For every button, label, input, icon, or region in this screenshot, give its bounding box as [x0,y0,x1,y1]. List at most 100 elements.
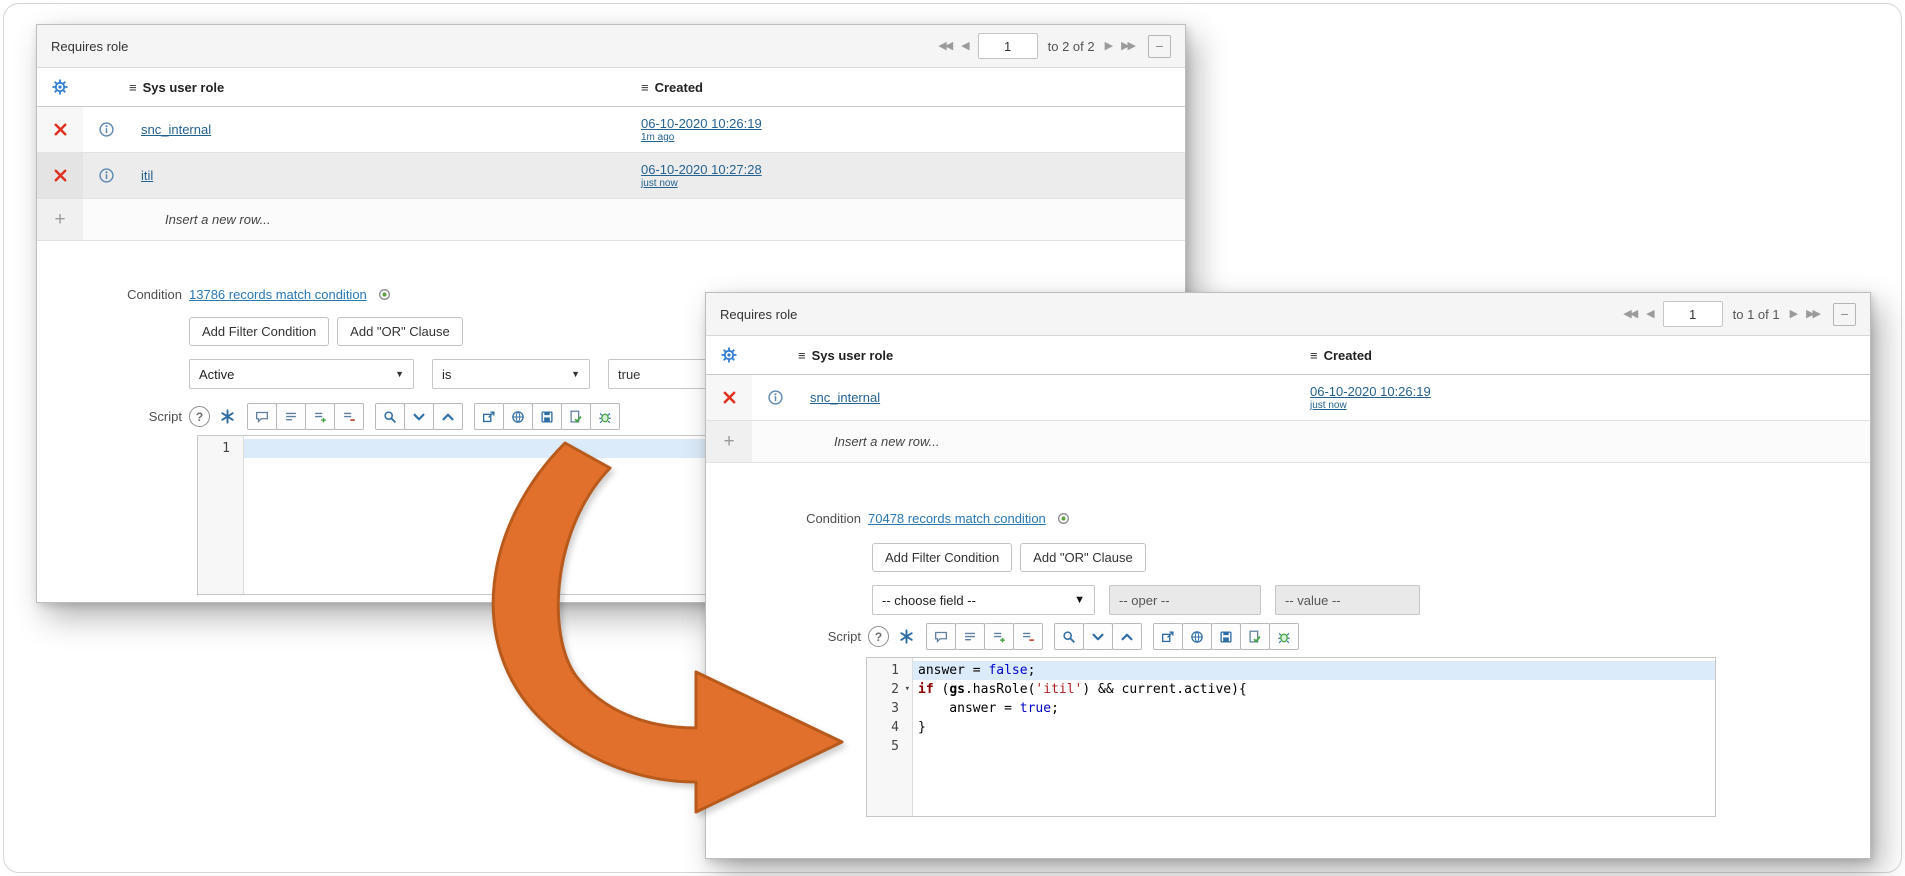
column-menu-icon[interactable]: ≡ [129,80,137,95]
code-line[interactable]: } [913,718,1715,737]
format-code-button[interactable] [955,623,985,650]
record-preview-button[interactable] [83,121,129,138]
code-fold-icon[interactable]: ▾ [905,680,910,699]
first-page-icon[interactable]: ◀◀ [1623,309,1638,320]
last-page-icon[interactable]: ▶▶ [1806,309,1821,320]
add-or-clause-button[interactable]: Add "OR" Clause [1020,543,1146,572]
code-line[interactable] [913,737,1715,756]
created-link[interactable]: 06-10-2020 10:27:28 [641,162,762,177]
last-page-icon[interactable]: ▶▶ [1121,41,1136,52]
condition-operator-select[interactable]: is ▼ [432,359,590,389]
syntax-check-icon [568,409,584,425]
code-line[interactable]: answer = true; [913,699,1715,718]
previous-page-icon[interactable]: ◀ [1646,309,1654,320]
script-macro-icon[interactable] [898,628,915,645]
role-link[interactable]: snc_internal [810,390,880,405]
add-filter-condition-button[interactable]: Add Filter Condition [872,543,1012,572]
insert-row[interactable]: + Insert a new row... [706,421,1870,463]
code-pane[interactable]: answer = false; if (gs.hasRole('itil') &… [913,658,1715,816]
page-number-input[interactable] [978,33,1038,59]
uncomment-lines-button[interactable] [334,403,364,430]
open-editor-button[interactable] [474,403,504,430]
code-line[interactable]: if (gs.hasRole('itil') && current.active… [913,680,1715,699]
condition-value-input[interactable]: -- value -- [1275,585,1420,615]
debug-button[interactable] [590,403,620,430]
delete-row-button[interactable] [37,153,83,198]
comment-code-button[interactable] [247,403,277,430]
insert-row[interactable]: + Insert a new row... [37,199,1185,241]
column-header-sys-user-role[interactable]: ≡ Sys user role [129,80,641,95]
created-link[interactable]: 06-10-2020 10:26:19 [641,116,762,131]
search-button[interactable] [375,403,405,430]
condition-field-select[interactable]: -- choose field -- ▼ [872,585,1095,615]
condition-buttons-row: Add Filter Condition Add "OR" Clause [872,543,1146,572]
condition-operator-input[interactable]: -- oper -- [1109,585,1261,615]
open-editor-icon [1160,629,1176,645]
role-link[interactable]: itil [141,168,153,183]
next-page-icon[interactable]: ▶ [1105,41,1113,52]
column-menu-icon[interactable]: ≡ [641,80,649,95]
record-preview-button[interactable] [83,167,129,184]
uncomment-lines-button[interactable] [1013,623,1043,650]
created-ago-link[interactable]: just now [641,178,678,189]
find-previous-button[interactable] [1112,623,1142,650]
add-filter-condition-button[interactable]: Add Filter Condition [189,317,329,346]
help-icon[interactable]: ? [868,626,889,647]
api-reference-button[interactable] [503,403,533,430]
collapse-list-button[interactable]: − [1833,303,1856,326]
column-header-sys-user-role[interactable]: ≡ Sys user role [798,348,1310,363]
uncomment-lines-icon [341,409,357,425]
column-menu-icon[interactable]: ≡ [798,348,806,363]
condition-preview-icon[interactable] [378,288,391,301]
record-preview-button[interactable] [752,389,798,406]
condition-field-select[interactable]: Active ▼ [189,359,414,389]
created-link[interactable]: 06-10-2020 10:26:19 [1310,384,1431,399]
insert-row-label[interactable]: Insert a new row... [83,212,1185,227]
created-ago-link[interactable]: just now [1310,400,1347,411]
insert-row-plus-icon[interactable]: + [37,199,83,240]
first-page-icon[interactable]: ◀◀ [938,41,953,52]
gear-icon [51,78,69,96]
add-or-clause-button[interactable]: Add "OR" Clause [337,317,463,346]
save-script-button[interactable] [532,403,562,430]
syntax-check-button[interactable] [1240,623,1270,650]
window-header: Requires role ◀◀ ◀ to 1 of 1 ▶ ▶▶ − [706,293,1870,336]
records-match-link[interactable]: 70478 records match condition [868,511,1046,526]
comment-code-button[interactable] [926,623,956,650]
condition-preview-icon[interactable] [1057,512,1070,525]
find-next-button[interactable] [404,403,434,430]
script-editor[interactable]: 1 2▾ 3 4 5 answer = false; if (gs.hasRol… [866,657,1716,817]
column-header-created[interactable]: ≡ Created [641,80,1185,95]
previous-page-icon[interactable]: ◀ [961,41,969,52]
column-menu-icon[interactable]: ≡ [1310,348,1318,363]
save-script-button[interactable] [1211,623,1241,650]
delete-row-button[interactable] [706,375,752,420]
next-page-icon[interactable]: ▶ [1790,309,1798,320]
code-line[interactable]: answer = false; [913,661,1715,680]
syntax-check-button[interactable] [561,403,591,430]
comment-lines-button[interactable] [984,623,1014,650]
script-macro-icon[interactable] [219,408,236,425]
debug-button[interactable] [1269,623,1299,650]
list-settings-gear[interactable] [706,346,752,364]
insert-row-label[interactable]: Insert a new row... [752,434,1870,449]
column-header-created[interactable]: ≡ Created [1310,348,1870,363]
line-number: 1 [867,661,912,680]
records-match-link[interactable]: 13786 records match condition [189,287,367,302]
page-number-input[interactable] [1663,301,1723,327]
role-link[interactable]: snc_internal [141,122,211,137]
search-button[interactable] [1054,623,1084,650]
delete-row-button[interactable] [37,107,83,152]
line-number: 2▾ [867,680,912,699]
comment-lines-button[interactable] [305,403,335,430]
collapse-list-button[interactable]: − [1148,35,1171,58]
format-code-button[interactable] [276,403,306,430]
list-settings-gear[interactable] [37,78,83,96]
help-icon[interactable]: ? [189,406,210,427]
find-previous-button[interactable] [433,403,463,430]
created-ago-link[interactable]: 1m ago [641,132,674,143]
find-next-button[interactable] [1083,623,1113,650]
open-editor-button[interactable] [1153,623,1183,650]
save-icon [1218,629,1234,645]
api-reference-button[interactable] [1182,623,1212,650]
